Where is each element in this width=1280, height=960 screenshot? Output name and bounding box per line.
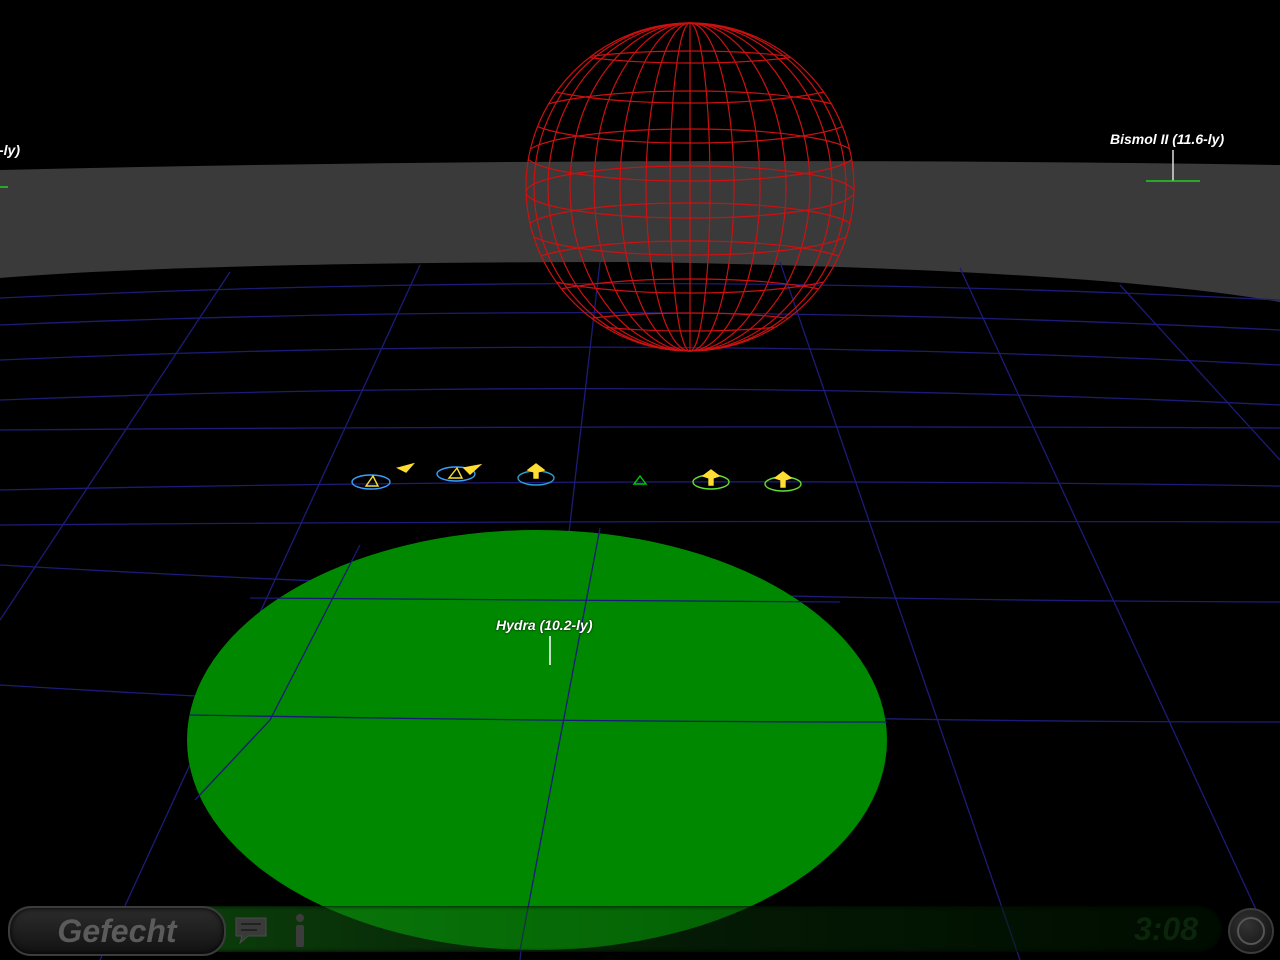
fighter-unit-icon[interactable] xyxy=(351,462,416,490)
frigate-unit-icon[interactable] xyxy=(692,469,730,490)
system-label-hydra[interactable]: Hydra (10.2-ly) xyxy=(496,617,592,633)
system-label-offscreen[interactable]: -ly) xyxy=(0,142,20,158)
bottom-hud: 3:08 Gefecht xyxy=(0,902,1280,960)
info-icon xyxy=(296,914,304,947)
mode-label: Gefecht xyxy=(57,913,177,949)
chat-button[interactable] xyxy=(232,912,272,948)
chat-icon xyxy=(235,917,267,945)
system-label-bismol[interactable]: Bismol II (11.6-ly) xyxy=(1110,131,1224,147)
fighter-unit-icon[interactable] xyxy=(436,463,483,482)
battle-timer: 3:08 xyxy=(1133,911,1198,947)
info-button[interactable] xyxy=(286,910,314,950)
waypoint-triangle-icon[interactable] xyxy=(632,474,648,485)
hydra-zone[interactable] xyxy=(187,530,887,950)
horizon-band xyxy=(0,161,1280,302)
tactical-map[interactable] xyxy=(0,0,1280,960)
menu-button[interactable] xyxy=(1228,908,1274,954)
timer-bar: 3:08 xyxy=(206,906,1222,952)
mode-button[interactable]: Gefecht xyxy=(8,906,226,956)
menu-icon xyxy=(1237,917,1265,945)
